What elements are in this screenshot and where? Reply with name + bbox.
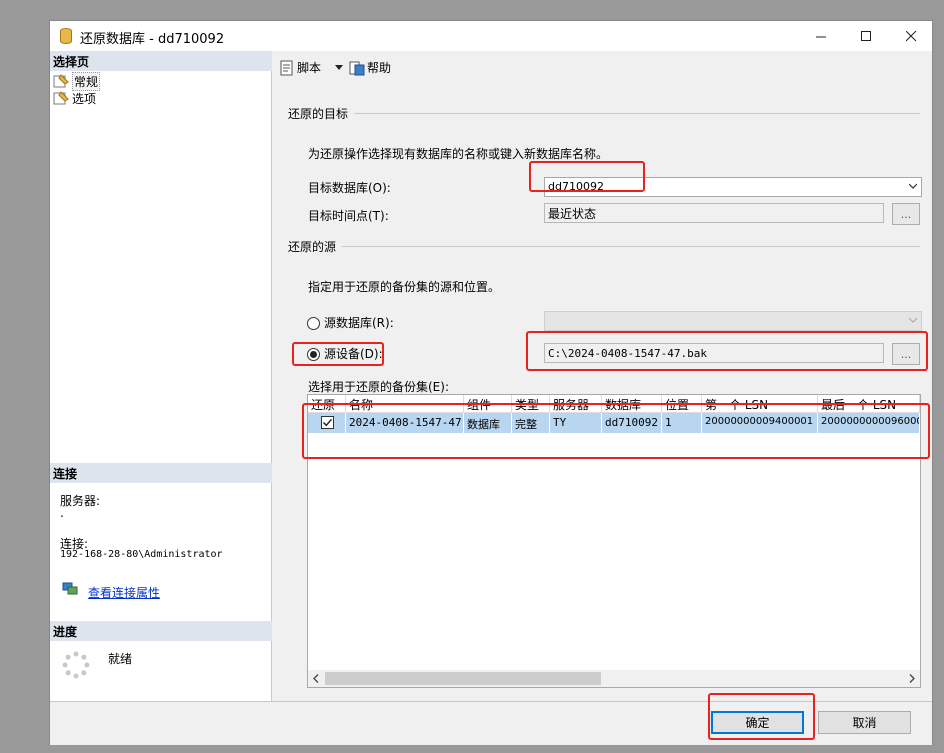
source-device-browse-button[interactable]: ... xyxy=(892,343,920,365)
component-cell: 数据库 xyxy=(464,413,512,433)
ok-button[interactable]: 确定 xyxy=(711,711,804,734)
source-db-combo[interactable] xyxy=(544,311,922,331)
progress-header: 进度 xyxy=(50,621,272,641)
toolbar: 脚本 帮助 xyxy=(273,51,933,85)
server-cell: TY xyxy=(550,413,602,433)
grid-header: 还原 名称 组件 类型 服务器 数据库 位置 第一个 LSN 最后一个 LSN xyxy=(308,395,920,413)
select-page-header: 选择页 xyxy=(50,51,272,71)
maximize-icon xyxy=(860,30,871,41)
target-time-field: 最近状态 xyxy=(544,203,884,223)
restore-cell xyxy=(308,413,346,433)
nav-item-general[interactable]: 常规 xyxy=(53,71,101,91)
connection-value: 192-168-28-80\Administrator xyxy=(60,549,223,560)
connection-header: 连接 xyxy=(50,463,272,483)
source-description: 指定用于还原的备份集的源和位置。 xyxy=(308,280,501,294)
server-value: . xyxy=(60,506,64,520)
window-title: 还原数据库 - dd710092 xyxy=(80,32,225,47)
source-db-label: 源数据库(R): xyxy=(324,316,394,330)
table-row[interactable]: 2024-0408-1547-47 数据库 完整 TY dd710092 1 2… xyxy=(308,413,920,433)
group-divider xyxy=(342,246,920,247)
target-db-combo[interactable]: dd710092 xyxy=(544,177,922,197)
target-time-label: 目标时间点(T): xyxy=(308,209,389,223)
group-divider xyxy=(354,113,920,114)
checkmark-icon xyxy=(323,418,333,427)
type-cell: 完整 xyxy=(512,413,550,433)
chevron-down-icon[interactable] xyxy=(335,65,343,71)
minimize-icon xyxy=(815,36,826,37)
source-db-radio[interactable] xyxy=(307,317,320,330)
first-lsn-cell: 20000000009400001 xyxy=(702,413,818,433)
chevron-right-icon[interactable] xyxy=(908,674,916,683)
help-icon xyxy=(349,61,365,75)
source-device-radio[interactable] xyxy=(307,348,320,361)
column-header[interactable]: 最后一个 LSN xyxy=(818,395,920,413)
maximize-button[interactable] xyxy=(843,21,889,51)
column-header[interactable]: 组件 xyxy=(464,395,512,413)
close-icon xyxy=(905,30,916,41)
column-header[interactable]: 名称 xyxy=(346,395,464,413)
source-device-field: C:\2024-0408-1547-47.bak xyxy=(544,343,884,363)
column-header[interactable]: 数据库 xyxy=(602,395,662,413)
script-icon xyxy=(280,60,293,75)
position-cell: 1 xyxy=(662,413,702,433)
page-icon xyxy=(53,74,69,88)
name-cell: 2024-0408-1547-47 xyxy=(346,413,464,433)
backup-sets-grid: 还原 名称 组件 类型 服务器 数据库 位置 第一个 LSN 最后一个 LSN xyxy=(307,394,921,688)
script-button[interactable]: 脚本 xyxy=(279,59,321,76)
source-device-label: 源设备(D): xyxy=(324,347,383,361)
page-icon xyxy=(53,91,69,105)
backup-sets-label: 选择用于还原的备份集(E): xyxy=(308,380,449,394)
column-header[interactable]: 类型 xyxy=(512,395,550,413)
server-label: 服务器: xyxy=(60,494,101,508)
last-lsn-cell: 20000000000960000 xyxy=(818,413,920,433)
scrollbar-thumb[interactable] xyxy=(325,672,601,685)
minimize-button[interactable] xyxy=(798,21,844,51)
chevron-left-icon[interactable] xyxy=(312,674,320,683)
left-pane: 选择页 常规 选项 连接 服务器: . 连接: 192-168-28-80\Ad… xyxy=(50,51,272,701)
dest-description: 为还原操作选择现有数据库的名称或键入新数据库名称。 xyxy=(308,147,609,161)
restore-database-dialog: 还原数据库 - dd710092 选择页 常规 选项 连接 服务器: . 连接:… xyxy=(49,20,933,745)
column-header[interactable]: 还原 xyxy=(308,395,346,413)
chevron-down-icon xyxy=(909,317,917,323)
title-bar: 还原数据库 - dd710092 xyxy=(50,21,932,51)
view-connection-properties-link[interactable]: 查看连接属性 xyxy=(88,584,160,601)
progress-status: 就绪 xyxy=(108,652,133,666)
cancel-button[interactable]: 取消 xyxy=(818,711,911,734)
column-header[interactable]: 服务器 xyxy=(550,395,602,413)
right-pane: 脚本 帮助 还原的目标 为还原操作选择现有数据库的名称或键入新数据库名称。 目标… xyxy=(273,51,933,701)
chevron-down-icon xyxy=(909,183,917,189)
progress-spinner-icon xyxy=(62,651,90,679)
restore-checkbox[interactable] xyxy=(321,416,334,429)
help-button[interactable]: 帮助 xyxy=(349,59,391,76)
settings-panel: 还原的目标 为还原操作选择现有数据库的名称或键入新数据库名称。 目标数据库(O)… xyxy=(276,95,930,701)
source-group-title: 还原的源 xyxy=(288,240,337,254)
close-button[interactable] xyxy=(888,21,934,51)
horizontal-scrollbar[interactable] xyxy=(308,670,920,687)
nav-item-options[interactable]: 选项 xyxy=(53,90,96,106)
database-icon xyxy=(60,28,72,44)
column-header[interactable]: 位置 xyxy=(662,395,702,413)
target-time-browse-button[interactable]: ... xyxy=(892,203,920,225)
dest-group-title: 还原的目标 xyxy=(288,107,349,121)
button-bar: 确定 取消 xyxy=(50,701,932,745)
connection-properties-icon xyxy=(62,582,78,595)
target-db-label: 目标数据库(O): xyxy=(308,181,391,195)
column-header[interactable]: 第一个 LSN xyxy=(702,395,818,413)
database-cell: dd710092 xyxy=(602,413,662,433)
